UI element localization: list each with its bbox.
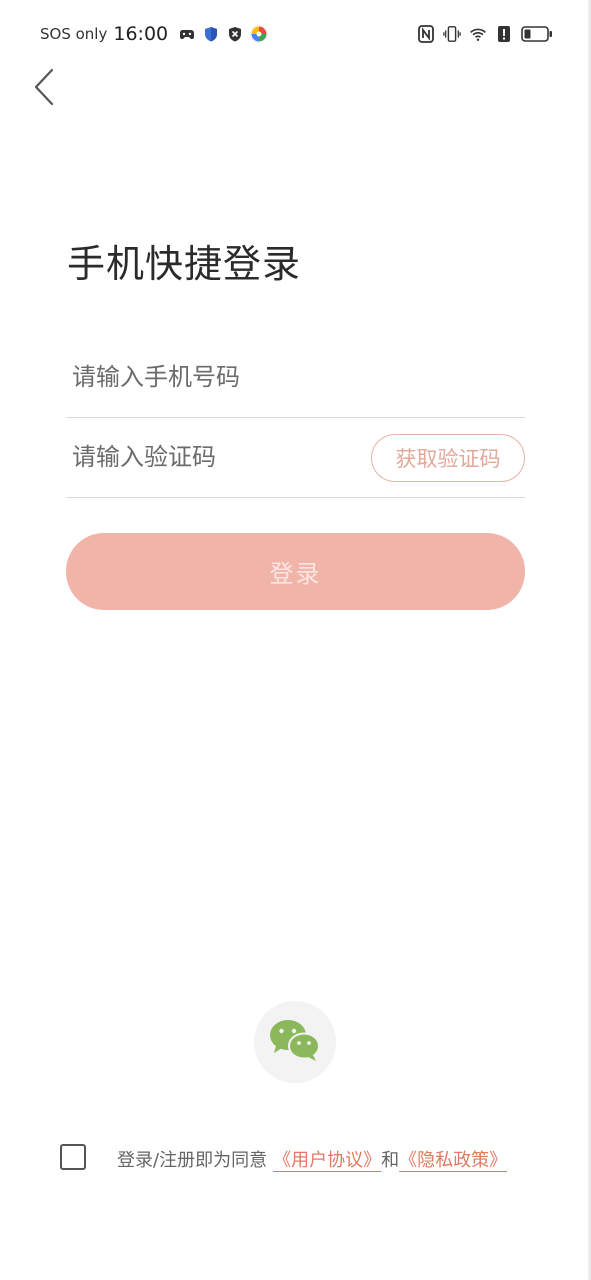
alert-icon bbox=[495, 25, 513, 43]
status-bar-left: SOS only 16:00 bbox=[40, 20, 268, 48]
wifi-icon bbox=[469, 25, 487, 43]
status-bar: SOS only 16:00 bbox=[0, 0, 591, 66]
nfc-icon bbox=[417, 25, 435, 43]
back-button[interactable] bbox=[24, 66, 64, 112]
wechat-icon bbox=[268, 1018, 322, 1066]
get-code-button[interactable]: 获取验证码 bbox=[371, 434, 525, 482]
wechat-login-button[interactable] bbox=[254, 1001, 336, 1083]
agreement-row: 登录/注册即为同意 《用户协议》 和 《隐私政策》 bbox=[58, 1140, 558, 1178]
agreement-text: 登录/注册即为同意 《用户协议》 和 《隐私政策》 bbox=[117, 1146, 507, 1172]
phone-field-row bbox=[66, 340, 525, 418]
status-bar-right bbox=[417, 20, 553, 48]
login-button[interactable]: 登录 bbox=[66, 533, 525, 610]
shield-blue-icon bbox=[202, 25, 220, 43]
clock-text: 16:00 bbox=[113, 23, 169, 45]
shield-x-icon bbox=[226, 25, 244, 43]
login-screen: SOS only 16:00 手机快捷登录 请输入手机号码 请输入验证码 获取验… bbox=[0, 0, 591, 1280]
user-agreement-link[interactable]: 《用户协议》 bbox=[273, 1146, 381, 1172]
carrier-text: SOS only bbox=[40, 25, 108, 43]
privacy-policy-link[interactable]: 《隐私政策》 bbox=[399, 1146, 507, 1172]
verification-code-input[interactable] bbox=[72, 434, 352, 480]
page-title: 手机快捷登录 bbox=[67, 242, 302, 286]
chevron-left-icon bbox=[33, 68, 55, 110]
code-field-row: 获取验证码 bbox=[66, 420, 525, 498]
agreement-joiner: 和 bbox=[381, 1150, 400, 1171]
pinwheel-app-icon bbox=[250, 25, 268, 43]
agree-checkbox[interactable] bbox=[60, 1144, 86, 1170]
battery-icon bbox=[521, 25, 553, 43]
vibrate-icon bbox=[443, 25, 461, 43]
phone-input[interactable] bbox=[72, 354, 512, 400]
agreement-prefix: 登录/注册即为同意 bbox=[117, 1150, 268, 1171]
cloud-game-icon bbox=[178, 25, 196, 43]
